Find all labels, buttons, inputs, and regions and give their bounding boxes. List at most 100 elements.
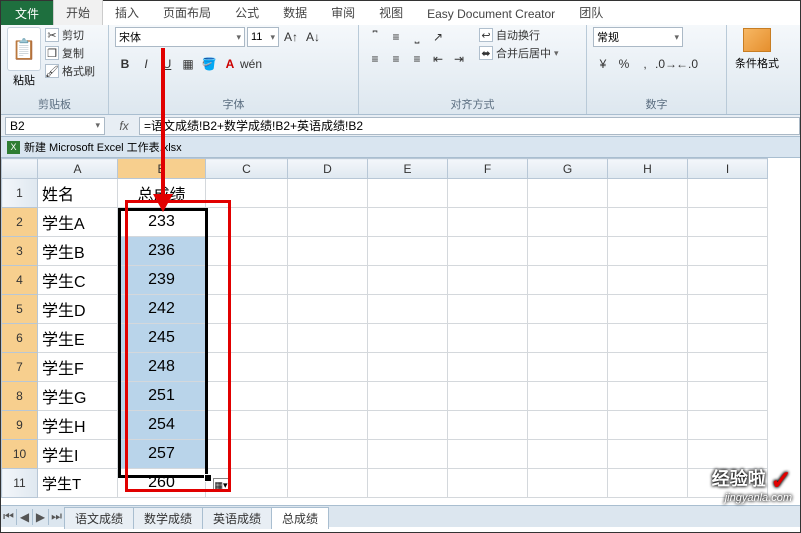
align-center-button[interactable]: ≡	[386, 49, 406, 69]
row-header[interactable]: 6	[2, 324, 38, 353]
cell[interactable]	[528, 440, 608, 469]
cell[interactable]	[368, 179, 448, 208]
cell[interactable]	[368, 266, 448, 295]
cell[interactable]: 学生H	[38, 411, 118, 440]
cell[interactable]	[288, 266, 368, 295]
cell[interactable]: 242	[118, 295, 206, 324]
decrease-decimal-button[interactable]: ←.0	[677, 54, 697, 74]
italic-button[interactable]: I	[136, 54, 156, 74]
cell[interactable]: 251	[118, 382, 206, 411]
tab-edc[interactable]: Easy Document Creator	[415, 3, 567, 25]
col-header-E[interactable]: E	[368, 159, 448, 179]
row-header[interactable]: 9	[2, 411, 38, 440]
cell[interactable]	[528, 324, 608, 353]
cell[interactable]	[288, 382, 368, 411]
cell[interactable]: 245	[118, 324, 206, 353]
row-header[interactable]: 10	[2, 440, 38, 469]
cell[interactable]	[528, 382, 608, 411]
cell[interactable]	[688, 237, 768, 266]
cell[interactable]	[608, 208, 688, 237]
cell[interactable]	[206, 237, 288, 266]
cell[interactable]	[288, 295, 368, 324]
cell[interactable]	[288, 237, 368, 266]
cell[interactable]	[368, 411, 448, 440]
tab-view[interactable]: 视图	[367, 0, 415, 25]
cell[interactable]	[206, 353, 288, 382]
col-header-F[interactable]: F	[448, 159, 528, 179]
cell[interactable]	[448, 353, 528, 382]
sheet-tab[interactable]: 数学成绩	[133, 507, 203, 529]
tab-team[interactable]: 团队	[567, 0, 615, 25]
row-header[interactable]: 3	[2, 237, 38, 266]
cell[interactable]: 257	[118, 440, 206, 469]
cell[interactable]	[528, 295, 608, 324]
cell[interactable]: 254	[118, 411, 206, 440]
decrease-font-button[interactable]: A↓	[303, 27, 323, 47]
cell[interactable]	[368, 324, 448, 353]
cell[interactable]	[608, 411, 688, 440]
orientation-button[interactable]: ↗	[428, 27, 448, 47]
border-button[interactable]: ▦	[178, 54, 198, 74]
cell[interactable]	[688, 353, 768, 382]
format-painter-button[interactable]: 🖌格式刷	[45, 63, 95, 79]
row-header[interactable]: 11	[2, 469, 38, 498]
col-header-D[interactable]: D	[288, 159, 368, 179]
wrap-text-button[interactable]: ↩自动换行	[479, 27, 559, 43]
cell[interactable]	[448, 469, 528, 498]
sheet-nav-first[interactable]: ⏮	[1, 509, 17, 525]
cell[interactable]	[448, 295, 528, 324]
bold-button[interactable]: B	[115, 54, 135, 74]
cell[interactable]	[608, 440, 688, 469]
cell[interactable]: 260	[118, 469, 206, 498]
percent-button[interactable]: %	[614, 54, 634, 74]
cell[interactable]: 学生I	[38, 440, 118, 469]
merge-center-button[interactable]: ⬌合并后居中▾	[479, 45, 559, 61]
cell[interactable]	[368, 440, 448, 469]
cell[interactable]	[206, 266, 288, 295]
cell[interactable]: 学生D	[38, 295, 118, 324]
sheet-tab[interactable]: 语文成绩	[64, 507, 134, 529]
cell[interactable]: 248	[118, 353, 206, 382]
cell[interactable]	[688, 179, 768, 208]
cell[interactable]: 学生C	[38, 266, 118, 295]
name-box[interactable]: B2▾	[5, 117, 105, 135]
cell[interactable]: 总成绩	[118, 179, 206, 208]
cell[interactable]	[688, 411, 768, 440]
cell[interactable]	[288, 208, 368, 237]
cell[interactable]	[206, 440, 288, 469]
fx-icon[interactable]: fx	[109, 119, 139, 133]
col-header-C[interactable]: C	[206, 159, 288, 179]
cell[interactable]	[688, 382, 768, 411]
select-all-corner[interactable]	[2, 159, 38, 179]
cell[interactable]	[528, 237, 608, 266]
cell[interactable]: 学生A	[38, 208, 118, 237]
tab-formulas[interactable]: 公式	[223, 0, 271, 25]
row-header[interactable]: 1	[2, 179, 38, 208]
font-name-combo[interactable]: 宋体▾	[115, 27, 245, 47]
font-size-combo[interactable]: 11▾	[247, 27, 279, 47]
col-header-I[interactable]: I	[688, 159, 768, 179]
cell[interactable]	[528, 266, 608, 295]
copy-button[interactable]: ❐复制	[45, 45, 95, 61]
cell[interactable]	[206, 208, 288, 237]
col-header-A[interactable]: A	[38, 159, 118, 179]
cell[interactable]: 学生F	[38, 353, 118, 382]
cell[interactable]	[206, 324, 288, 353]
cell[interactable]	[448, 324, 528, 353]
cell[interactable]	[368, 469, 448, 498]
cell[interactable]	[608, 353, 688, 382]
row-header[interactable]: 8	[2, 382, 38, 411]
cell[interactable]	[528, 353, 608, 382]
cell[interactable]	[448, 440, 528, 469]
cell[interactable]	[608, 266, 688, 295]
cell[interactable]	[206, 411, 288, 440]
cell[interactable]	[528, 208, 608, 237]
tab-home[interactable]: 开始	[53, 0, 103, 25]
comma-button[interactable]: ,	[635, 54, 655, 74]
number-format-combo[interactable]: 常规▾	[593, 27, 683, 47]
cell[interactable]	[206, 179, 288, 208]
cell[interactable]	[206, 382, 288, 411]
paste-icon[interactable]: 📋	[7, 27, 41, 71]
cell[interactable]	[206, 295, 288, 324]
col-header-H[interactable]: H	[608, 159, 688, 179]
